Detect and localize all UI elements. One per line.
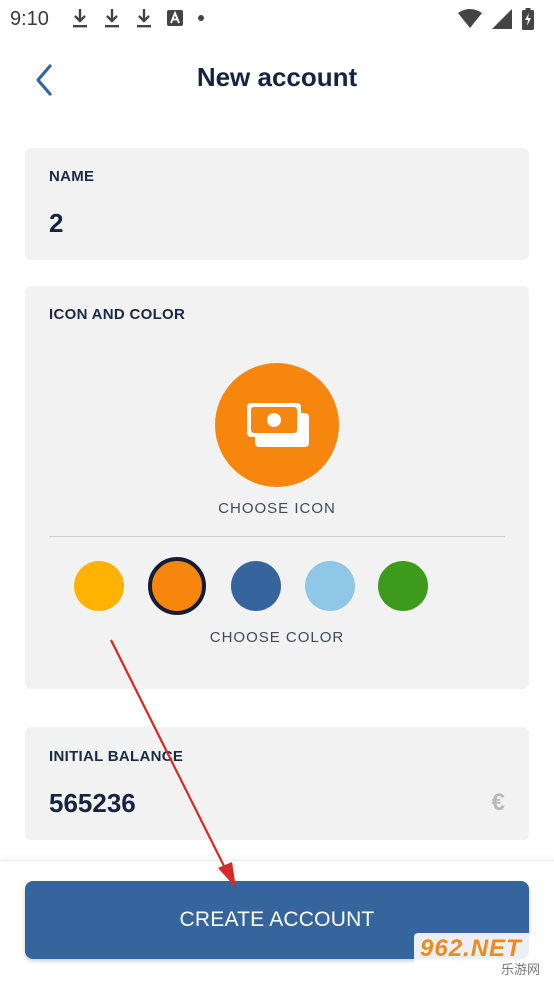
status-bar: 9:10 [0, 0, 554, 38]
color-swatch-blue[interactable] [231, 561, 281, 611]
color-swatch-light-blue[interactable] [305, 561, 355, 611]
download-icon [137, 9, 151, 28]
name-field[interactable]: NAME 2 [25, 148, 529, 260]
name-value[interactable]: 2 [49, 208, 63, 239]
download-icon [105, 9, 119, 28]
color-swatch-yellow[interactable] [74, 561, 124, 611]
divider [49, 536, 505, 537]
watermark-bottom: 乐游网 [500, 962, 540, 977]
keyboard-a-icon [167, 10, 183, 26]
page-title: New account [196, 62, 358, 92]
account-icon-button[interactable] [215, 363, 339, 487]
status-right-icons [458, 8, 534, 30]
currency-symbol: € [491, 789, 505, 816]
status-time: 9:10 [10, 8, 49, 30]
battery-charging-icon [522, 8, 534, 30]
icon-color-label: ICON AND COLOR [49, 306, 186, 323]
choose-color-label: CHOOSE COLOR [209, 629, 345, 646]
color-swatch-green[interactable] [378, 561, 428, 611]
status-left-icons [70, 7, 206, 29]
initial-balance-value[interactable]: 565236 [49, 788, 136, 819]
watermark-logo: 962.NET 乐游网 [414, 933, 548, 979]
color-swatch-orange-selected[interactable] [148, 557, 206, 615]
money-stack-icon [247, 403, 309, 447]
name-label: NAME [49, 168, 95, 185]
dot-icon [198, 15, 204, 21]
initial-balance-label: INITIAL BALANCE [49, 748, 184, 765]
download-icon [73, 9, 87, 28]
icon-color-section: ICON AND COLOR CHOOSE ICON CHOOSE COLOR [25, 286, 529, 689]
wifi-icon [458, 9, 482, 28]
initial-balance-field[interactable]: INITIAL BALANCE 565236 € [25, 727, 529, 840]
signal-icon [492, 9, 512, 29]
choose-icon-button[interactable]: CHOOSE ICON [25, 500, 529, 517]
